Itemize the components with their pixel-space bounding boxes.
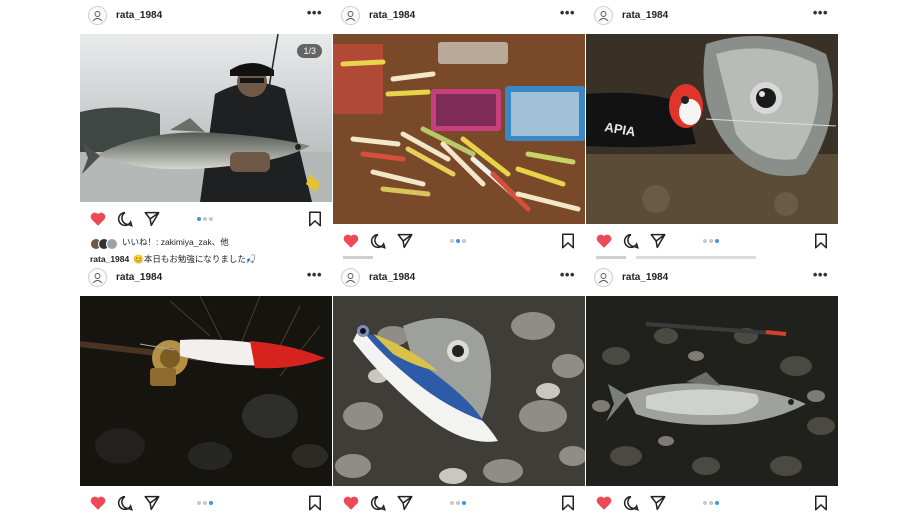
post-photo[interactable]: 1/3 — [80, 34, 332, 202]
post-photo[interactable] — [333, 34, 585, 224]
comment-icon[interactable] — [622, 494, 640, 512]
post-header: rata_1984 ••• — [80, 262, 332, 294]
post-header: rata_1984 ••• — [333, 0, 585, 32]
share-icon[interactable] — [396, 494, 414, 512]
heart-icon[interactable] — [595, 232, 613, 250]
username[interactable]: rata_1984 — [622, 272, 668, 283]
post-photo[interactable] — [586, 296, 838, 486]
more-options-icon[interactable]: ••• — [307, 268, 322, 281]
more-options-icon[interactable]: ••• — [813, 6, 828, 19]
heart-icon[interactable] — [595, 494, 613, 512]
carousel-dots — [197, 501, 215, 505]
share-icon[interactable] — [649, 494, 667, 512]
action-bar — [333, 494, 585, 516]
bookmark-icon[interactable] — [812, 494, 830, 512]
bookmark-icon[interactable] — [559, 232, 577, 250]
action-bar — [333, 232, 585, 254]
heart-icon[interactable] — [89, 494, 107, 512]
heart-icon[interactable] — [342, 232, 360, 250]
post-header: rata_1984 ••• — [586, 262, 838, 294]
more-options-icon[interactable]: ••• — [560, 6, 575, 19]
more-options-icon[interactable]: ••• — [560, 268, 575, 281]
avatar-icon[interactable] — [341, 268, 360, 287]
image-counter-badge: 1/3 — [297, 44, 322, 58]
avatar-icon[interactable] — [594, 268, 613, 287]
bookmark-icon[interactable] — [812, 232, 830, 250]
avatar-icon[interactable] — [594, 6, 613, 25]
action-bar — [80, 494, 332, 516]
liked-by[interactable]: いいね！: zakimiya_zak、他 — [90, 236, 229, 250]
avatar-icon[interactable] — [88, 6, 107, 25]
username[interactable]: rata_1984 — [369, 272, 415, 283]
heart-icon[interactable] — [89, 210, 107, 228]
action-bar — [80, 210, 332, 232]
liker-avatars — [90, 237, 118, 250]
username[interactable]: rata_1984 — [116, 10, 162, 21]
share-icon[interactable] — [649, 232, 667, 250]
comment-icon[interactable] — [622, 232, 640, 250]
post-header: rata_1984 ••• — [586, 0, 838, 32]
comment-icon[interactable] — [369, 232, 387, 250]
bookmark-icon[interactable] — [559, 494, 577, 512]
avatar-icon[interactable] — [88, 268, 107, 287]
carousel-dots — [197, 217, 215, 221]
username[interactable]: rata_1984 — [369, 10, 415, 21]
carousel-dots — [703, 501, 721, 505]
avatar-icon[interactable] — [341, 6, 360, 25]
post-photo[interactable] — [80, 296, 332, 486]
share-icon[interactable] — [396, 232, 414, 250]
action-bar — [586, 494, 838, 516]
username[interactable]: rata_1984 — [622, 10, 668, 21]
heart-icon[interactable] — [342, 494, 360, 512]
post-header: rata_1984 ••• — [333, 262, 585, 294]
action-bar — [586, 232, 838, 254]
carousel-dots — [703, 239, 721, 243]
more-options-icon[interactable]: ••• — [813, 268, 828, 281]
username[interactable]: rata_1984 — [116, 272, 162, 283]
comment-icon[interactable] — [116, 494, 134, 512]
liked-by-text: いいね！: zakimiya_zak、他 — [122, 237, 229, 247]
comment-icon[interactable] — [116, 210, 134, 228]
more-options-icon[interactable]: ••• — [307, 6, 322, 19]
carousel-dots — [450, 239, 468, 243]
share-icon[interactable] — [143, 210, 161, 228]
carousel-dots — [450, 501, 468, 505]
share-icon[interactable] — [143, 494, 161, 512]
comment-icon[interactable] — [369, 494, 387, 512]
post-photo[interactable] — [333, 296, 585, 486]
post-header: rata_1984 ••• — [80, 0, 332, 32]
post-photo[interactable]: APIA — [586, 34, 838, 224]
bookmark-icon[interactable] — [306, 494, 324, 512]
bookmark-icon[interactable] — [306, 210, 324, 228]
